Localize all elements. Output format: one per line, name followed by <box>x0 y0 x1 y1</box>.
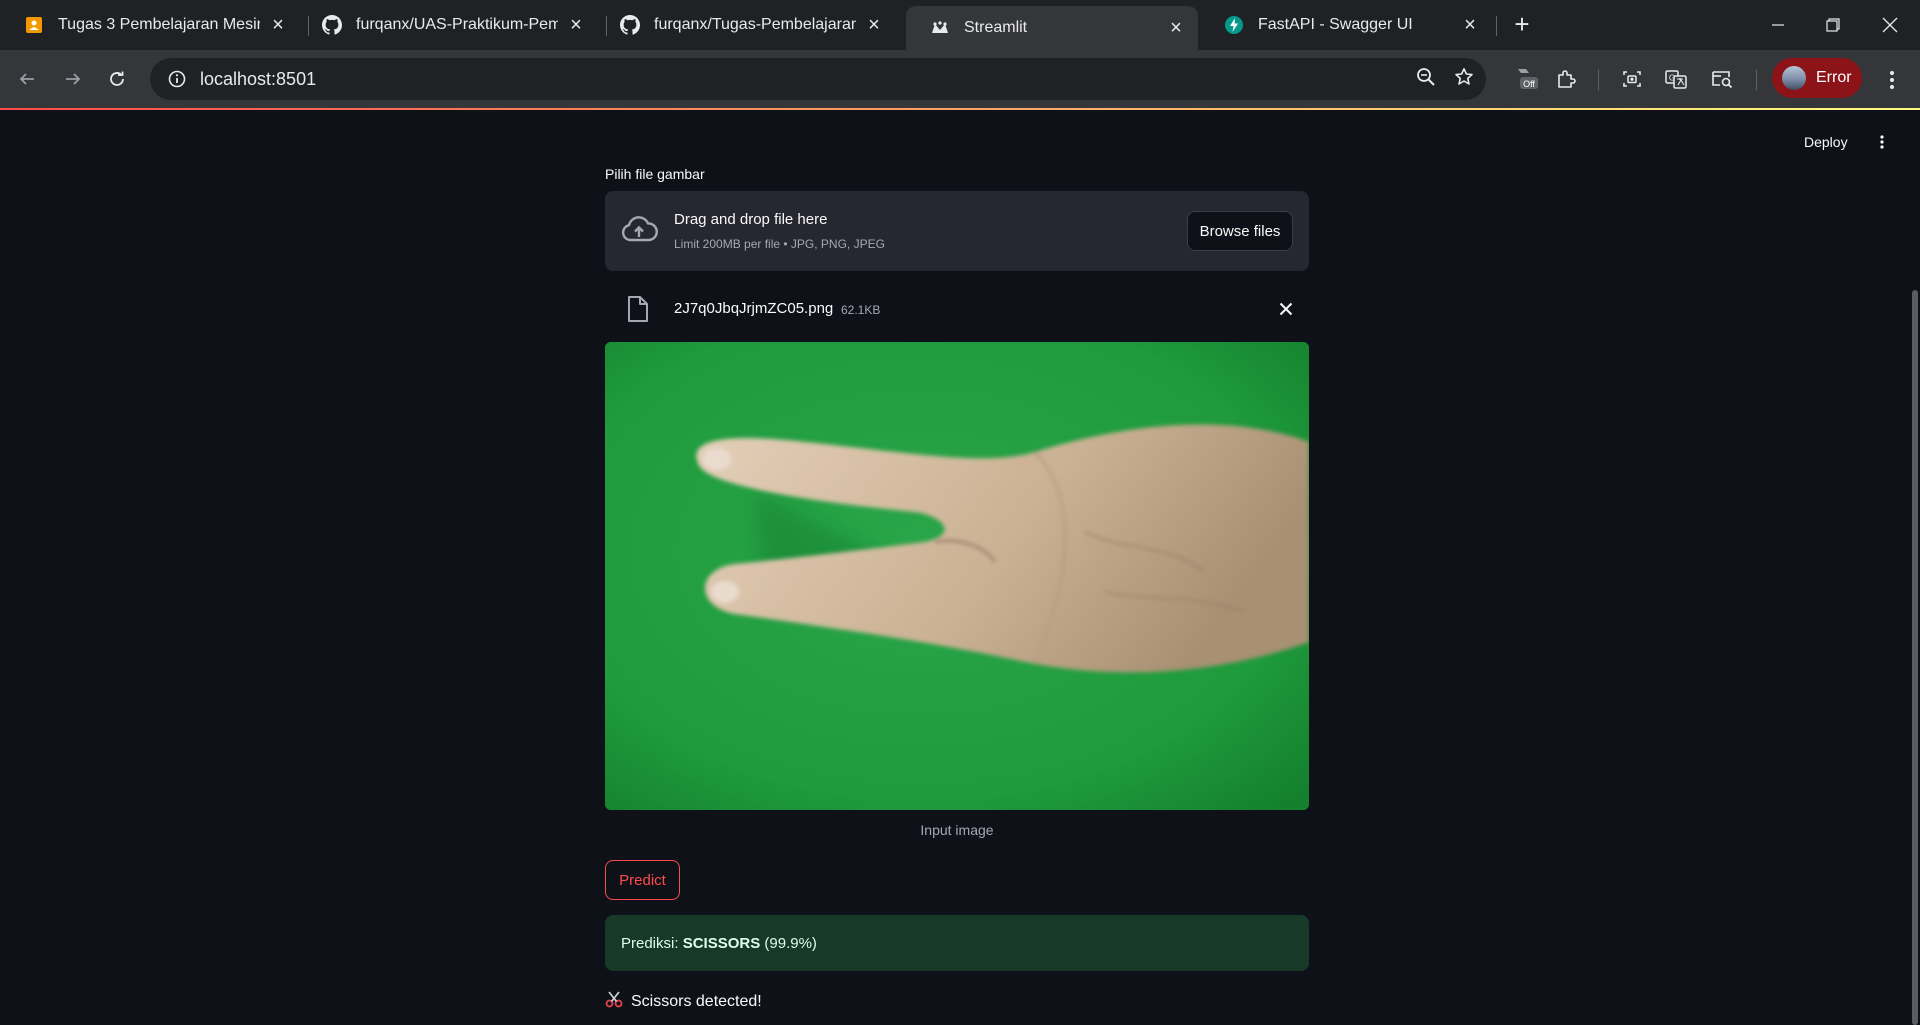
toolbar-separator <box>1756 70 1757 90</box>
extensions-puzzle-icon[interactable] <box>1552 65 1580 93</box>
browse-files-button[interactable]: Browse files <box>1187 211 1293 251</box>
address-text[interactable]: localhost:8501 <box>200 69 316 90</box>
screenshot-camera-icon[interactable] <box>1618 65 1646 93</box>
browser-tab-slides[interactable]: Tugas 3 Pembelajaran Mesin × <box>0 8 300 42</box>
minimize-icon[interactable] <box>1760 8 1796 42</box>
dropzone-title: Drag and drop file here <box>674 211 828 228</box>
svg-text:Off: Off <box>1523 79 1535 89</box>
file-uploader-label: Pilih file gambar <box>605 166 705 182</box>
back-arrow-icon[interactable] <box>10 62 44 96</box>
avatar <box>1782 66 1806 90</box>
tab-title: furqanx/UAS-Praktikum-Pembe <box>356 16 558 33</box>
tab-title: furqanx/Tugas-Pembelajaran-M <box>654 16 856 33</box>
browser-menu-icon[interactable] <box>1880 66 1904 94</box>
uploaded-file-name: 2J7q0JbqJrjmZC05.png <box>674 300 834 317</box>
uploaded-file-size: 62.1KB <box>841 303 881 317</box>
streamlit-icon <box>930 18 950 38</box>
close-icon[interactable]: × <box>1460 14 1480 36</box>
result-text: Scissors detected! <box>631 992 762 1010</box>
browser-toolbar: localhost:8501 Off G Error <box>0 50 1920 108</box>
tab-separator <box>1496 16 1497 36</box>
dropzone-limit-text: Limit 200MB per file • JPG, PNG, JPEG <box>674 237 885 251</box>
close-icon[interactable]: × <box>864 14 884 36</box>
main-menu-icon[interactable] <box>1872 132 1892 152</box>
profile-error-label: Error <box>1816 69 1852 86</box>
github-icon <box>322 15 342 35</box>
browser-tab-strip: Tugas 3 Pembelajaran Mesin × furqanx/UAS… <box>0 0 1920 50</box>
restore-icon[interactable] <box>1815 8 1851 42</box>
prediction-prefix: Prediksi: <box>621 934 683 952</box>
browser-tab-github-tugas[interactable]: furqanx/Tugas-Pembelajaran-M × <box>596 8 896 42</box>
github-icon <box>620 15 640 35</box>
predict-button[interactable]: Predict <box>605 860 680 900</box>
fastapi-icon <box>1224 15 1244 35</box>
extension-off-icon[interactable]: Off <box>1512 65 1540 93</box>
forward-arrow-icon[interactable] <box>56 62 90 96</box>
close-icon[interactable]: × <box>566 14 586 36</box>
zoom-out-icon[interactable] <box>1416 67 1436 92</box>
file-icon <box>627 296 649 322</box>
prediction-confidence: (99.9%) <box>760 934 817 952</box>
deploy-button[interactable]: Deploy <box>1804 134 1848 150</box>
close-icon[interactable]: × <box>268 14 288 36</box>
slides-icon <box>24 15 44 35</box>
browser-tab-streamlit[interactable]: Streamlit × <box>906 6 1198 50</box>
tab-title: FastAPI - Swagger UI <box>1258 16 1413 33</box>
address-bar[interactable]: localhost:8501 <box>150 58 1486 100</box>
uploaded-file-row: 2J7q0JbqJrjmZC05.png 62.1KB <box>605 286 1309 332</box>
result-message: Scissors detected! <box>605 990 762 1013</box>
browser-tab-github-uas[interactable]: furqanx/UAS-Praktikum-Pembe × <box>298 8 598 42</box>
tab-title: Streamlit <box>964 19 1028 36</box>
remove-file-icon[interactable] <box>1275 298 1297 320</box>
scissors-icon <box>605 990 623 1013</box>
cloud-upload-icon <box>619 211 659 251</box>
site-info-icon[interactable] <box>156 70 198 88</box>
translate-icon[interactable]: G <box>1662 65 1690 93</box>
scrollbar[interactable] <box>1912 290 1918 1025</box>
bookmark-star-icon[interactable] <box>1454 67 1474 92</box>
browser-tab-fastapi[interactable]: FastAPI - Swagger UI × <box>1200 8 1492 42</box>
prediction-alert: Prediksi: SCISSORS (99.9%) <box>605 915 1309 971</box>
streamlit-page: Deploy Pilih file gambar Drag and drop f… <box>0 110 1920 1025</box>
input-image <box>605 342 1309 810</box>
reload-icon[interactable] <box>100 62 134 96</box>
image-caption: Input image <box>920 822 994 838</box>
window-close-icon[interactable] <box>1872 8 1908 42</box>
new-tab-button[interactable]: + <box>1508 9 1536 39</box>
profile-error-button[interactable]: Error <box>1772 58 1862 98</box>
file-dropzone[interactable]: Drag and drop file here Limit 200MB per … <box>605 191 1309 271</box>
tab-title: Tugas 3 Pembelajaran Mesin <box>58 16 260 33</box>
close-icon[interactable]: × <box>1166 17 1186 39</box>
search-tab-icon[interactable] <box>1708 65 1736 93</box>
prediction-label: SCISSORS <box>682 934 761 952</box>
toolbar-separator <box>1598 70 1599 90</box>
